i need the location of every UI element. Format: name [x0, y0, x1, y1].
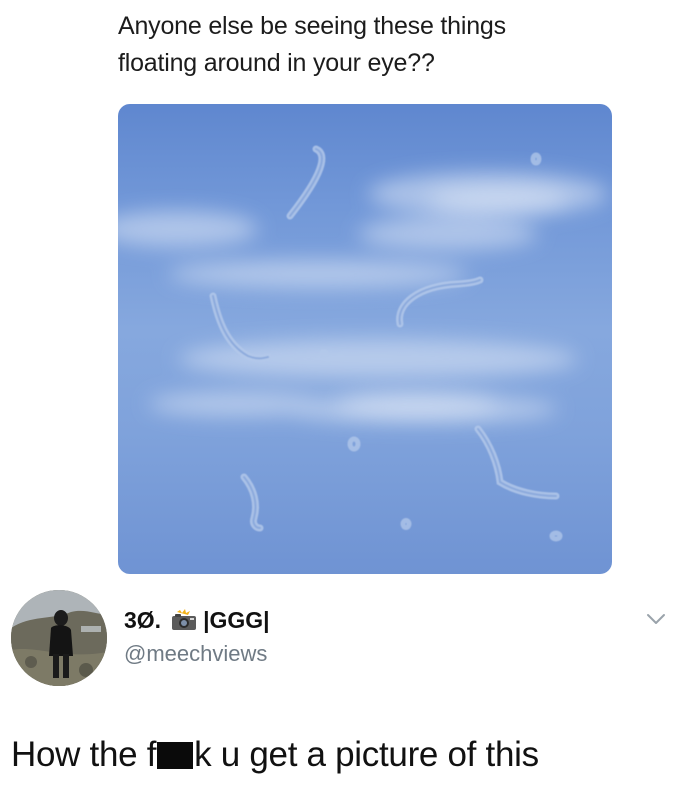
reply-author-row: 3Ø. |GGG| @meechviews	[0, 585, 700, 695]
reply-text-start: How the f	[11, 735, 157, 774]
post-text-line-1: Anyone else be seeing these things	[118, 12, 506, 40]
sky-with-floaters-image	[118, 145, 608, 542]
eye-floaters-photo[interactable]	[118, 104, 612, 574]
reply-text: How the f k u get a picture of this	[11, 735, 539, 775]
display-name-prefix: 3Ø.	[124, 607, 162, 633]
camera-with-flash-icon	[171, 609, 197, 631]
display-name-suffix: |GGG|	[203, 607, 270, 633]
avatar[interactable]	[11, 590, 107, 686]
display-name[interactable]: 3Ø. |GGG|	[124, 607, 270, 634]
censor-bar	[157, 742, 194, 769]
chevron-down-icon[interactable]	[645, 611, 667, 627]
user-handle[interactable]: @meechviews	[124, 641, 267, 667]
post-text: Anyone else be seeing these things float…	[118, 8, 618, 82]
reply-text-end: k u get a picture of this	[194, 735, 539, 774]
post-text-line-2: floating around in your eye??	[118, 49, 435, 77]
avatar-photo	[11, 590, 107, 686]
